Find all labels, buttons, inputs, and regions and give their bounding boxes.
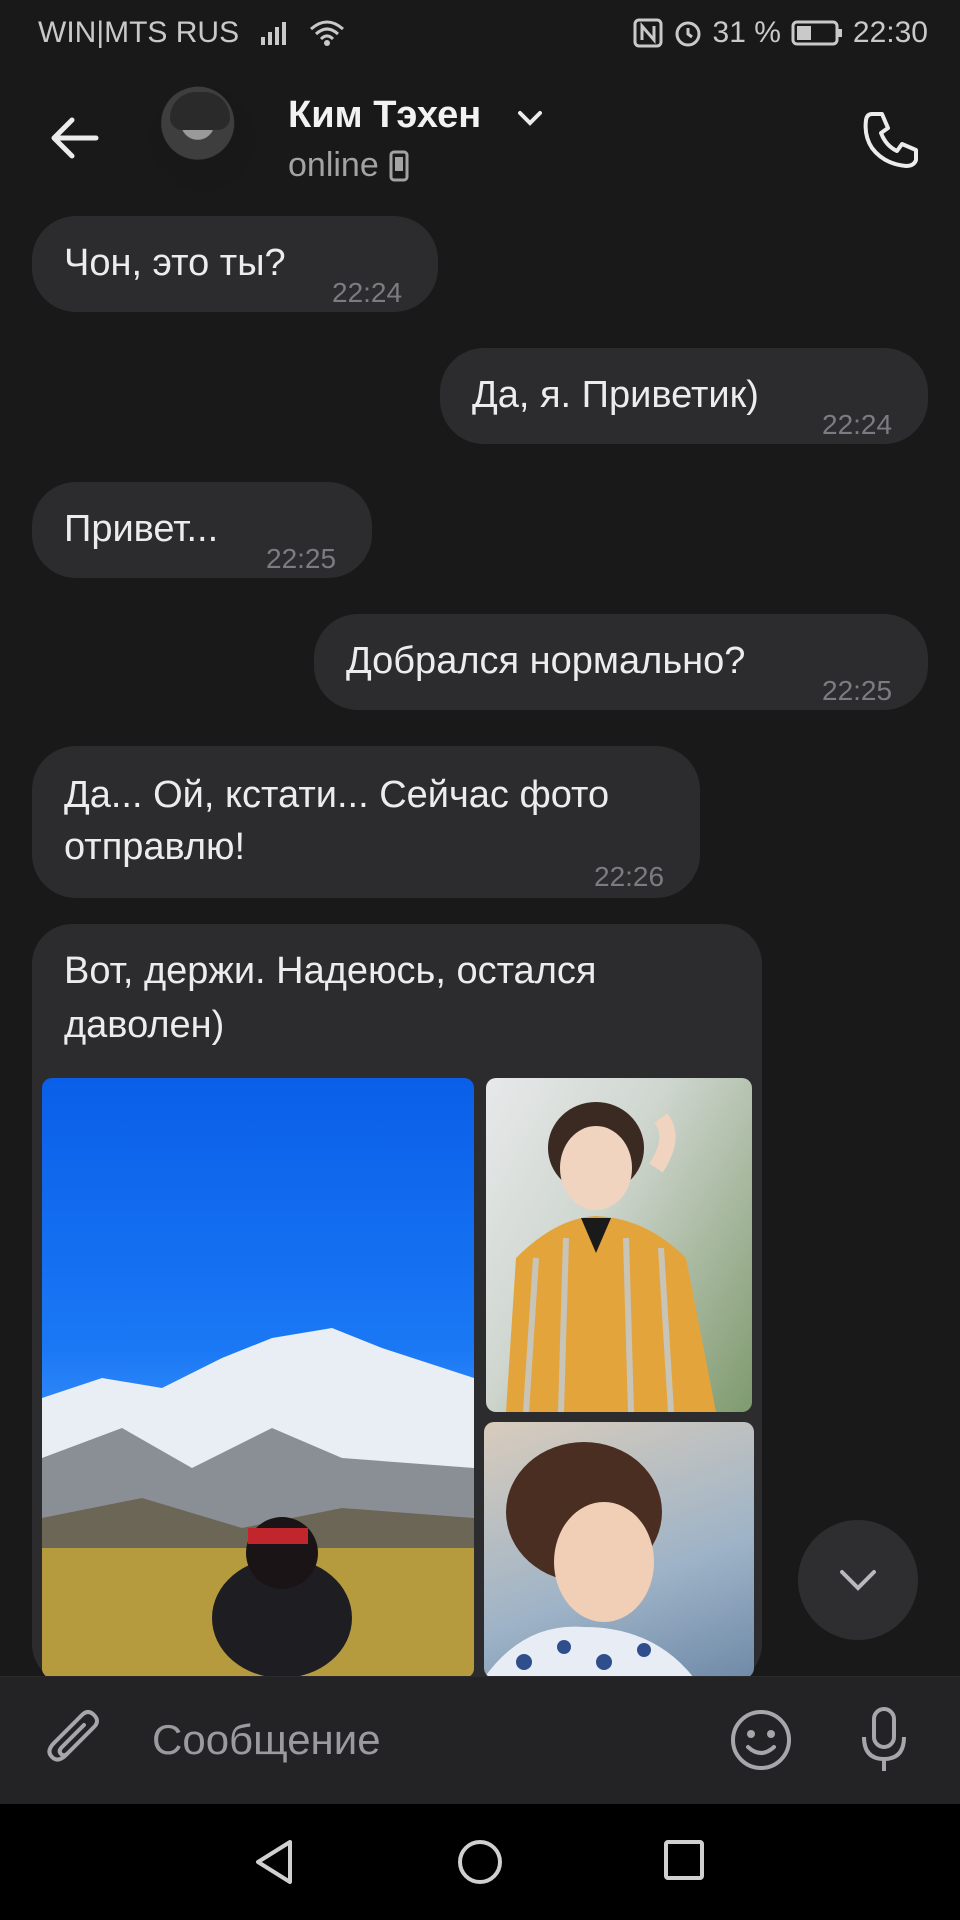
message-time: 22:24: [822, 409, 893, 440]
attach-button[interactable]: [44, 1707, 108, 1778]
battery-percent: 31 %: [712, 16, 781, 49]
message-text: Добрался нормально?: [346, 640, 746, 682]
nav-recents-button[interactable]: [662, 1838, 706, 1887]
scroll-down-icon: [840, 1570, 876, 1591]
message-text: Привет...: [64, 508, 219, 550]
chat-header: Ким Тэхен online: [0, 72, 960, 202]
message-time: 22:25: [822, 675, 893, 706]
message-text: Да, я. Приветик): [472, 374, 759, 416]
message-outgoing[interactable]: Добрался нормально? 22:25: [314, 614, 928, 710]
portrait-yellow: [506, 1102, 716, 1412]
message-incoming[interactable]: Да... Ой, кстати... Сейчас фото отправлю…: [32, 746, 700, 898]
phone-icon: [863, 112, 918, 168]
message-time: 22:24: [332, 277, 403, 308]
nav-home-button[interactable]: [456, 1838, 504, 1891]
message-incoming-with-photos[interactable]: Вот, держи. Надеюсь, остался даволен): [32, 924, 762, 1684]
nfc-icon: [633, 18, 663, 48]
clock: 22:30: [852, 16, 928, 49]
photo-attachment-striped-shirt[interactable]: [486, 1078, 752, 1412]
mobile-device-icon: [389, 150, 409, 181]
message-text-line-2: даволен): [64, 1004, 225, 1046]
back-button[interactable]: [44, 108, 104, 168]
message-outgoing[interactable]: Да, я. Приветик) 22:24: [440, 348, 928, 444]
emoji-icon: [731, 1710, 791, 1770]
composer-bar: [0, 1676, 960, 1805]
back-arrow-icon: [51, 117, 99, 159]
alarm-icon: [673, 18, 703, 48]
nav-home-icon: [458, 1840, 502, 1884]
status-bar: WIN|MTS RUS 31 % 22:30: [0, 0, 960, 66]
message-text: Чон, это ты?: [64, 242, 286, 284]
signal-icon: [259, 19, 289, 47]
contact-status: online: [288, 146, 409, 185]
wifi-icon: [309, 19, 345, 47]
call-button[interactable]: [858, 106, 924, 172]
scroll-down-button[interactable]: [798, 1520, 918, 1640]
nav-recents-icon: [664, 1840, 704, 1880]
message-time: 22:25: [266, 543, 337, 574]
message-text-line-1: Да... Ой, кстати... Сейчас фото: [64, 774, 610, 816]
mountain-scene: [42, 1328, 474, 1678]
message-text-line-2: отправлю!: [64, 826, 246, 868]
nav-back-icon: [256, 1840, 292, 1884]
photo-attachment-profile[interactable]: [484, 1422, 754, 1678]
emoji-button[interactable]: [728, 1707, 794, 1778]
message-text-line-1: Вот, держи. Надеюсь, остался: [64, 950, 597, 992]
system-nav-bar: [0, 1804, 960, 1920]
message-time: 22:26: [594, 861, 665, 892]
nav-back-button[interactable]: [252, 1838, 296, 1891]
chevron-down-icon[interactable]: [516, 108, 544, 128]
microphone-icon: [862, 1707, 906, 1771]
avatar[interactable]: [150, 86, 256, 192]
status-label: online: [288, 146, 379, 184]
battery-icon: [791, 19, 843, 47]
photo-attachment-mountains[interactable]: [42, 1078, 474, 1678]
message-incoming[interactable]: Привет... 22:25: [32, 482, 372, 578]
message-input[interactable]: [150, 1707, 684, 1773]
carrier-label: WIN|MTS RUS: [38, 16, 240, 49]
message-incoming[interactable]: Чон, это ты? 22:24: [32, 216, 438, 312]
portrait-profile: [484, 1442, 694, 1678]
voice-message-button[interactable]: [854, 1705, 914, 1780]
paperclip-icon: [47, 1710, 99, 1762]
contact-name[interactable]: Ким Тэхен: [288, 94, 481, 137]
